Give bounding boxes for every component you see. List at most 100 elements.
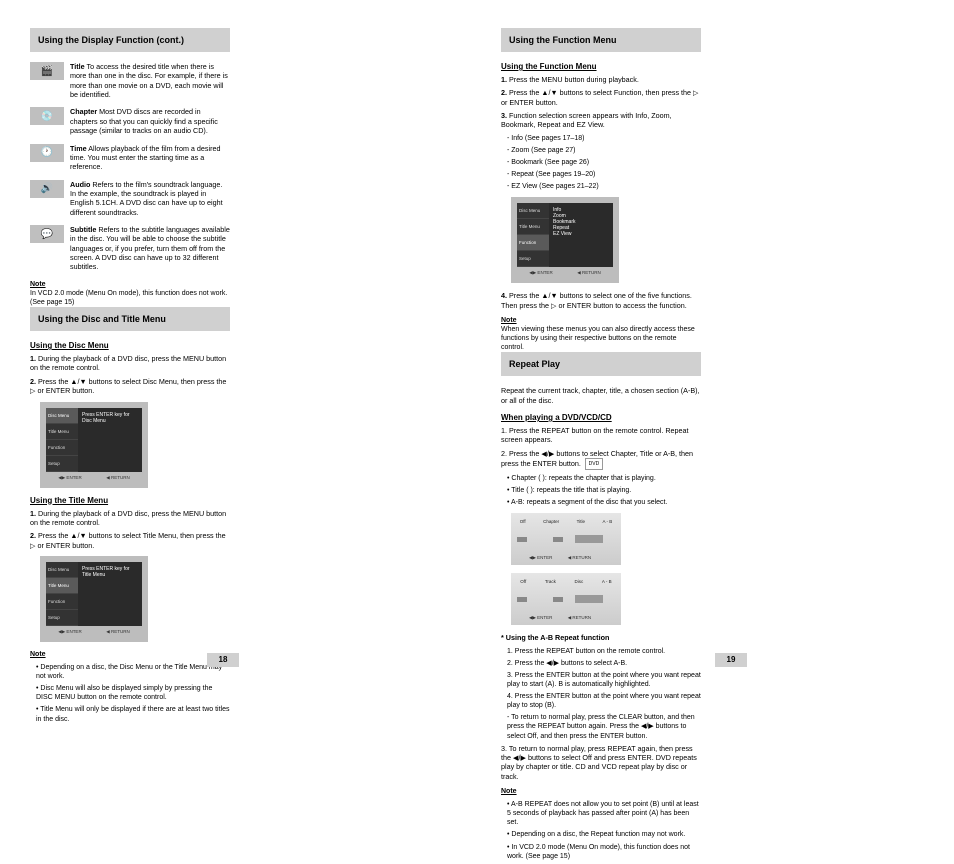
repeat-osd-dvd: Off Chapter Title A - B ◀▶ ENTER ◀ RETUR… xyxy=(511,513,621,565)
osd-side-item: Setup xyxy=(517,251,549,267)
icon-label: Audio xyxy=(70,180,90,189)
chapter-icon: 💿 xyxy=(30,107,64,125)
note-bullet: • Title Menu will only be displayed if t… xyxy=(36,705,230,723)
osd-title-menu: Disc Menu Title Menu Function Setup Pres… xyxy=(40,556,148,642)
func-ref: - Zoom (See page 27) xyxy=(507,146,701,155)
section-header-function: Using the Function Menu xyxy=(501,28,701,52)
section-header-display-cont: Using the Display Function (cont.) xyxy=(30,28,230,52)
intro-text: Repeat the current track, chapter, title… xyxy=(501,386,701,405)
repeat-osd-vcd: Off Track Disc A - B ◀▶ ENTER ◀ RETURN xyxy=(511,573,621,625)
osd-main-text: Press ENTER key for Disc Menu xyxy=(78,408,142,472)
audio-icon: 🔊 xyxy=(30,180,64,198)
col-icons: Using the Display Function (cont.) 🎬 Tit… xyxy=(30,28,230,307)
note-body: In VCD 2.0 mode (Menu On mode), this fun… xyxy=(30,290,227,306)
note-bullet: • In VCD 2.0 mode (Menu On mode), this f… xyxy=(507,843,701,861)
ab-step: - To return to normal play, press the CL… xyxy=(507,713,701,740)
col-disc-title-menu: Using the Disc and Title Menu Using the … xyxy=(30,307,230,727)
icon-row-title: 🎬 Title To access the desired title when… xyxy=(30,62,230,99)
step: 4. Press the ▲/▼ buttons to select one o… xyxy=(501,291,701,310)
repeat-mode: • Title ( ): repeats the title that is p… xyxy=(507,486,701,495)
ab-step: 4. Press the ENTER button at the point w… xyxy=(507,692,701,710)
step: 2. Press the ▲/▼ buttons to select Funct… xyxy=(501,88,701,107)
note-head: Note xyxy=(30,281,46,288)
step: 2. Press the ▲/▼ buttons to select Title… xyxy=(30,531,230,550)
note-head: Note xyxy=(501,317,517,324)
note-bullet: • A-B REPEAT does not allow you to set p… xyxy=(507,800,701,827)
section-header-disc-title: Using the Disc and Title Menu xyxy=(30,307,230,331)
repeat-mode: • Chapter ( ): repeats the chapter that … xyxy=(507,474,701,483)
osd-side-item: Title Menu xyxy=(517,219,549,235)
osd-side-item: Setup xyxy=(46,456,78,472)
func-ref: - Bookmark (See page 26) xyxy=(507,158,701,167)
osd-foot-item: ◀ RETURN xyxy=(577,270,600,276)
sub-when-playing: When playing a DVD/VCD/CD xyxy=(501,413,701,422)
icon-desc-text: To access the desired title when there i… xyxy=(70,62,228,99)
osd-main-text: Press ENTER key for Title Menu xyxy=(78,562,142,626)
note-block: Note When viewing these menus you can al… xyxy=(501,316,701,352)
dvd-badge-icon: DVD xyxy=(585,458,603,470)
osd-main-list: Info Zoom Bookmark Repeat EZ View xyxy=(549,203,613,267)
note-block: Note • Depending on a disc, the Disc Men… xyxy=(30,650,230,724)
osd-foot-item: ◀▶ ENTER xyxy=(529,270,552,276)
page-18: Using the Display Function (cont.) 🎬 Tit… xyxy=(0,0,477,677)
icon-label: Time xyxy=(70,144,87,153)
ab-step: 3. Press the ENTER button at the point w… xyxy=(507,671,701,689)
icon-row-audio: 🔊 Audio Refers to the film's soundtrack … xyxy=(30,180,230,217)
icon-label: Title xyxy=(70,62,85,71)
osd-side-item: Disc Menu xyxy=(517,203,549,219)
step: 1. During the playback of a DVD disc, pr… xyxy=(30,509,230,528)
icon-label: Subtitle xyxy=(70,225,96,234)
col-repeat-play: Repeat Play Repeat the current track, ch… xyxy=(501,352,701,863)
subtitle-icon: 💬 xyxy=(30,225,64,243)
step: 1. During the playback of a DVD disc, pr… xyxy=(30,354,230,373)
note-bullet: • Disc Menu will also be displayed simpl… xyxy=(36,684,230,702)
page-19: Using the Function Menu Using the Functi… xyxy=(477,0,954,677)
step: 3. Function selection screen appears wit… xyxy=(501,111,701,130)
note-block: Note In VCD 2.0 mode (Menu On mode), thi… xyxy=(30,280,230,307)
osd-function-menu: Disc Menu Title Menu Function Setup Info… xyxy=(511,197,619,283)
step: 2. Press the ◀/▶ buttons to select Chapt… xyxy=(501,449,701,470)
osd-foot-item: ◀▶ ENTER xyxy=(58,629,81,635)
func-ref: - EZ View (See pages 21–22) xyxy=(507,182,701,191)
note-head: Note xyxy=(501,788,517,795)
osd-side-item: Function xyxy=(46,440,78,456)
step: 3. To return to normal play, press REPEA… xyxy=(501,744,701,781)
note-bullet: • Depending on a disc, the Repeat functi… xyxy=(507,830,701,839)
icon-label: Chapter xyxy=(70,107,97,116)
osd-side-item: Title Menu xyxy=(46,578,78,594)
step: 1. Press the MENU button during playback… xyxy=(501,75,701,84)
osd-side-item: Title Menu xyxy=(46,424,78,440)
section-header-repeat: Repeat Play xyxy=(501,352,701,376)
note-body: When viewing these menus you can also di… xyxy=(501,326,695,351)
note-head: Note xyxy=(30,651,46,658)
sub-title-menu: Using the Title Menu xyxy=(30,496,230,505)
step: 2. Press the ▲/▼ buttons to select Disc … xyxy=(30,377,230,396)
icon-row-subtitle: 💬 Subtitle Refers to the subtitle langua… xyxy=(30,225,230,272)
repeat-mode: • A-B: repeats a segment of the disc tha… xyxy=(507,498,701,507)
sub-function-menu: Using the Function Menu xyxy=(501,62,701,71)
osd-side-item: Setup xyxy=(46,610,78,626)
icon-row-chapter: 💿 Chapter Most DVD discs are recorded in… xyxy=(30,107,230,135)
icon-desc-text: Allows playback of the film from a desir… xyxy=(70,144,221,172)
sub-disc-menu: Using the Disc Menu xyxy=(30,341,230,350)
page-number: 19 xyxy=(715,653,747,667)
title-icon: 🎬 xyxy=(30,62,64,80)
func-ref: - Info (See pages 17–18) xyxy=(507,134,701,143)
note-block: Note • A-B REPEAT does not allow you to … xyxy=(501,787,701,861)
page-number: 18 xyxy=(207,653,239,667)
func-ref: - Repeat (See pages 19–20) xyxy=(507,170,701,179)
osd-disc-menu: Disc Menu Title Menu Function Setup Pres… xyxy=(40,402,148,488)
osd-side-item: Function xyxy=(517,235,549,251)
osd-side-item: Disc Menu xyxy=(46,408,78,424)
osd-side-item: Function xyxy=(46,594,78,610)
ab-title: * Using the A-B Repeat function xyxy=(501,633,701,642)
icon-desc-text: Refers to the film's soundtrack language… xyxy=(70,180,223,217)
osd-foot-item: ◀ RETURN xyxy=(106,475,129,481)
note-bullet: • Depending on a disc, the Disc Menu or … xyxy=(36,663,230,681)
icon-row-time: 🕐 Time Allows playback of the film from … xyxy=(30,144,230,172)
osd-foot-item: ◀▶ ENTER xyxy=(58,475,81,481)
time-icon: 🕐 xyxy=(30,144,64,162)
osd-side-item: Disc Menu xyxy=(46,562,78,578)
step: 1. Press the REPEAT button on the remote… xyxy=(501,426,701,445)
osd-foot-item: ◀ RETURN xyxy=(106,629,129,635)
